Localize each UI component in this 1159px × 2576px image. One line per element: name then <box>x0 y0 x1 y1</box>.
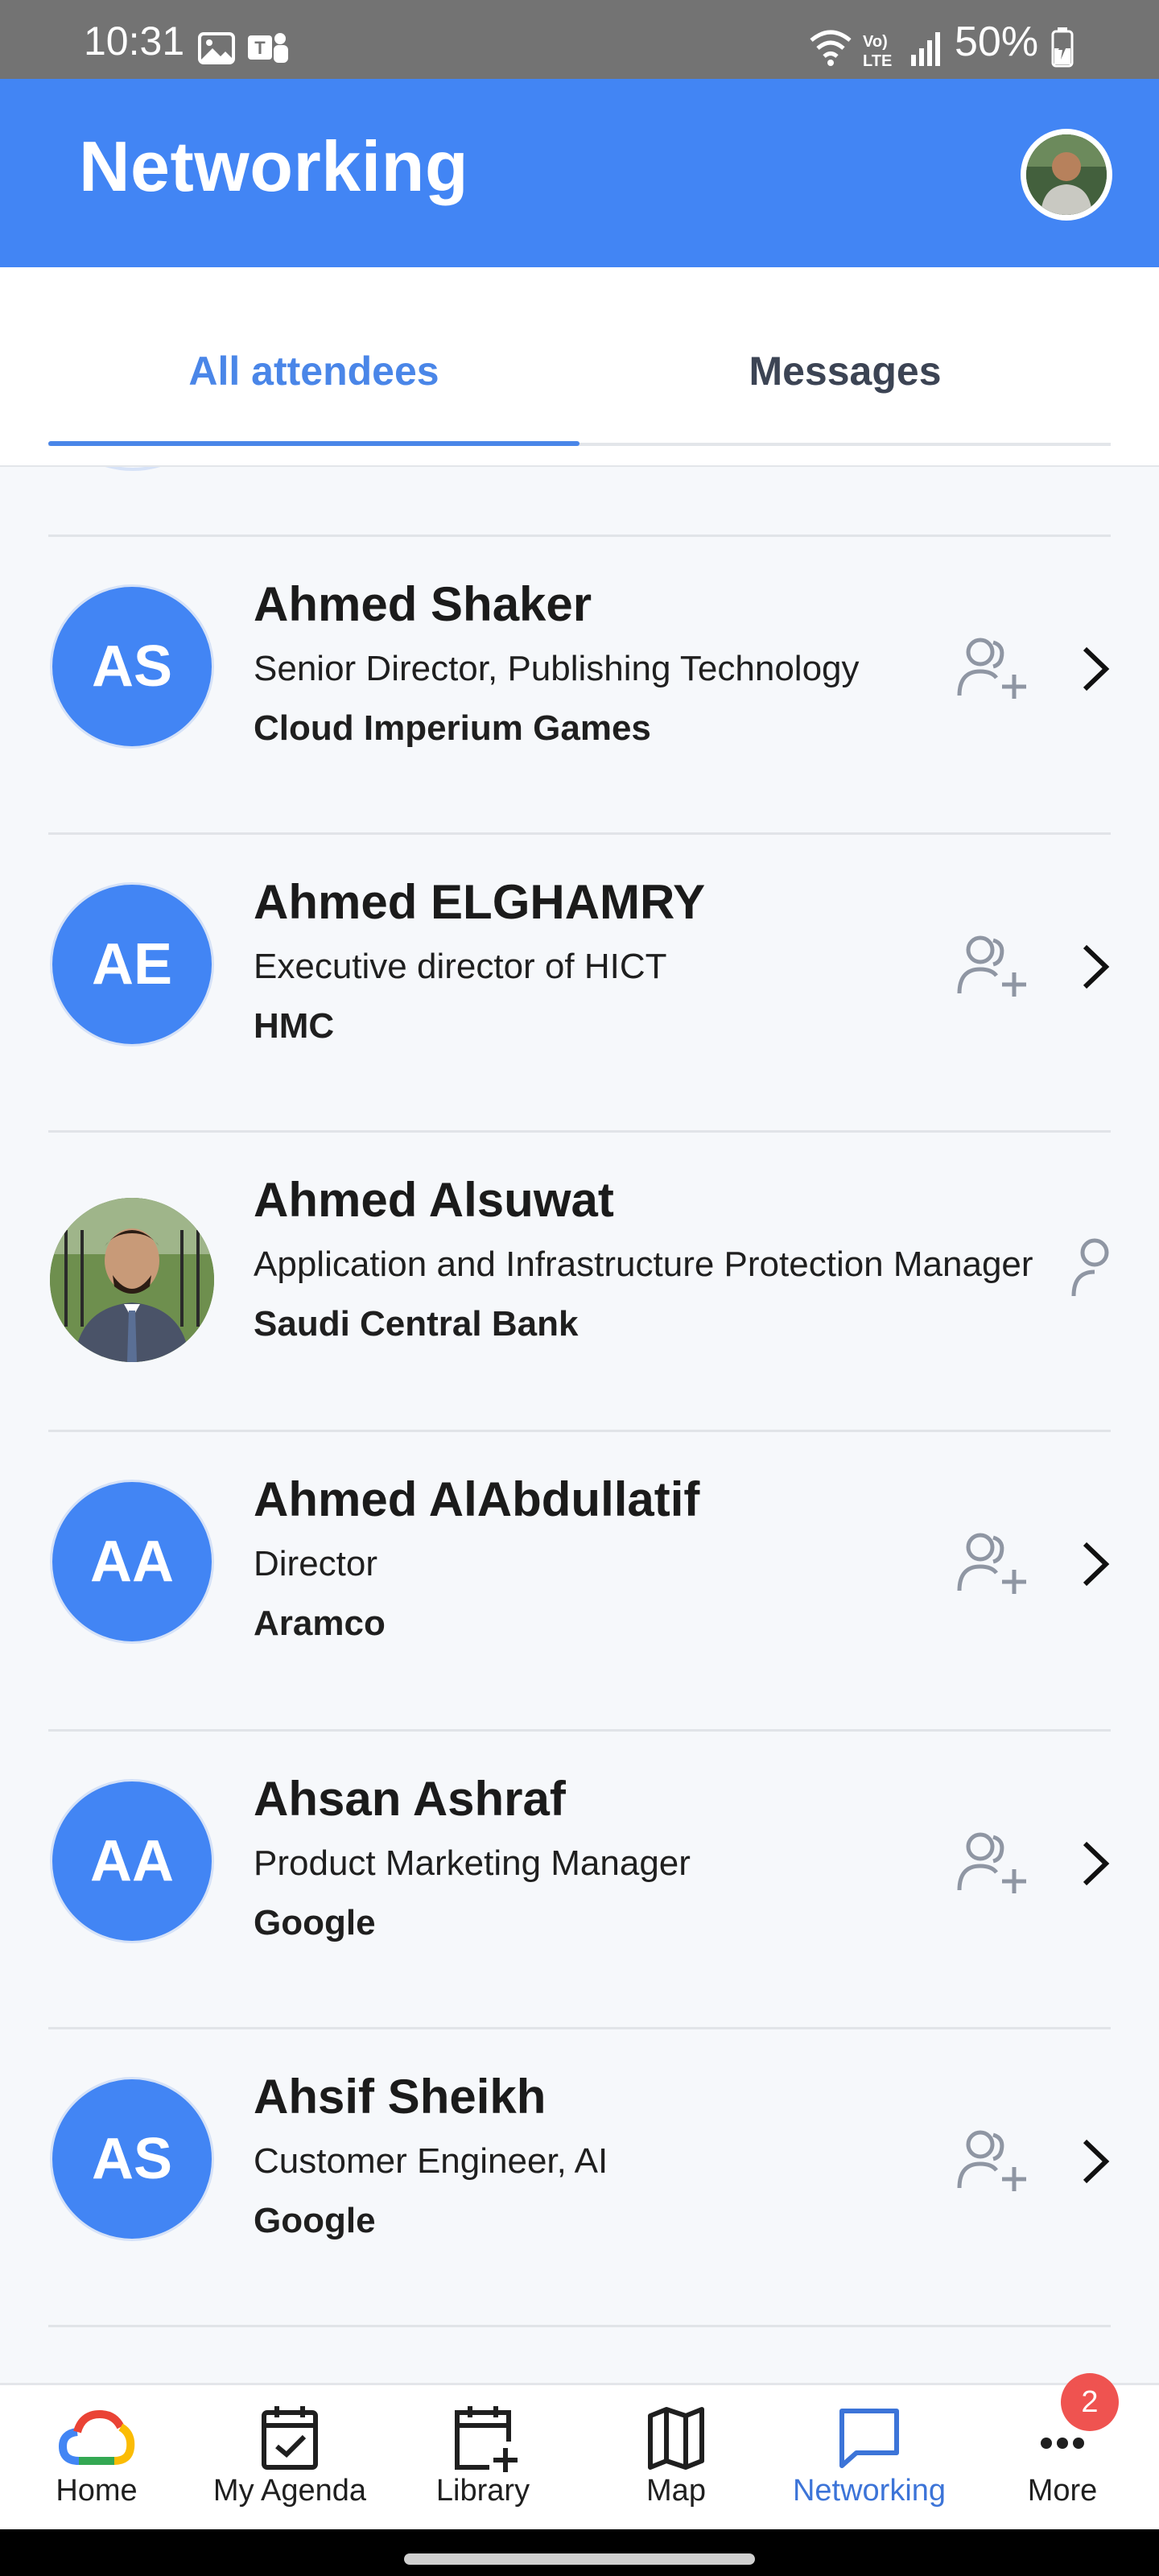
divider <box>48 2325 1111 2327</box>
list-item[interactable]: AA Ahmed AlAbdullatif Director Aramco <box>0 1431 1159 1729</box>
nav-map[interactable]: Map <box>580 2385 773 2532</box>
svg-text:Vo): Vo) <box>863 33 888 51</box>
list-item[interactable]: AS Ahmed Shaker Senior Director, Publish… <box>0 536 1159 834</box>
attendee-name: Ahmed Shaker <box>254 577 592 631</box>
chevron-right-icon[interactable] <box>1075 1839 1114 1889</box>
profile-avatar[interactable] <box>1021 129 1112 221</box>
calendar-add-icon <box>455 2406 518 2472</box>
tab-indicator <box>48 441 580 446</box>
attendee-title: Customer Engineer, AI <box>254 2141 608 2181</box>
tab-messages[interactable]: Messages <box>580 348 1111 394</box>
attendee-company: Saudi Central Bank <box>254 1304 579 1344</box>
system-nav-bar <box>0 2529 1159 2576</box>
status-bar: 10:31 T Vo) LTE 50% <box>0 0 1159 79</box>
attendee-company: HMC <box>254 1006 335 1046</box>
partial-avatar <box>105 467 161 471</box>
attendee-list[interactable]: AS Ahmed Shaker Senior Director, Publish… <box>0 467 1159 2383</box>
nav-more-label: More <box>1027 2474 1098 2508</box>
add-contact-icon[interactable] <box>956 1831 1030 1895</box>
nav-home[interactable]: Home <box>0 2385 193 2532</box>
volte-icon: Vo) LTE <box>863 33 892 69</box>
app-bar: Networking <box>0 79 1159 267</box>
avatar: AE <box>50 882 214 1046</box>
signal-icon <box>911 32 940 66</box>
calendar-check-icon <box>262 2406 318 2470</box>
nav-library[interactable]: Library <box>386 2385 580 2532</box>
list-item[interactable]: AA Ahsan Ashraf Product Marketing Manage… <box>0 1731 1159 2029</box>
attendee-company: Google <box>254 1903 376 1942</box>
attendee-company: Aramco <box>254 1604 386 1643</box>
nav-library-label: Library <box>435 2474 530 2508</box>
status-time: 10:31 <box>84 19 185 64</box>
attendee-title: Director <box>254 1544 378 1583</box>
wifi-icon <box>810 30 852 66</box>
google-cloud-icon <box>58 2409 135 2465</box>
tab-bar: All attendees Messages <box>0 267 1159 467</box>
add-contact-icon[interactable] <box>956 1531 1030 1596</box>
nav-my-agenda[interactable]: My Agenda <box>193 2385 386 2532</box>
chevron-right-icon[interactable] <box>1075 644 1114 694</box>
add-contact-icon[interactable] <box>956 2128 1030 2193</box>
nav-networking[interactable]: Networking <box>773 2385 966 2532</box>
notification-badge: 2 <box>1061 2373 1119 2431</box>
list-item[interactable]: AS Ahsif Sheikh Customer Engineer, AI Go… <box>0 2029 1159 2326</box>
attendee-title: Product Marketing Manager <box>254 1843 691 1883</box>
bottom-nav: Home My Agenda Library Map Networking Mo… <box>0 2383 1159 2529</box>
chevron-right-icon[interactable] <box>1075 2136 1114 2186</box>
nav-networking-label: Networking <box>792 2474 947 2508</box>
nav-my-agenda-label: My Agenda <box>212 2474 367 2508</box>
add-contact-icon[interactable] <box>956 636 1030 700</box>
list-item[interactable]: Ahmed Alsuwat Application and Infrastruc… <box>0 1132 1159 1430</box>
nav-map-label: Map <box>646 2474 706 2508</box>
svg-text:LTE: LTE <box>863 52 892 69</box>
home-indicator[interactable] <box>404 2553 755 2565</box>
user-photo-icon <box>1026 134 1107 215</box>
avatar: AA <box>50 1480 214 1644</box>
svg-text:T: T <box>254 38 266 58</box>
avatar: AS <box>50 2077 214 2241</box>
attendee-company: Cloud Imperium Games <box>254 708 651 748</box>
avatar <box>50 1198 214 1362</box>
tab-all-attendees[interactable]: All attendees <box>0 348 628 394</box>
nav-home-label: Home <box>56 2474 138 2508</box>
avatar: AA <box>50 1779 214 1943</box>
attendee-name: Ahsif Sheikh <box>254 2070 547 2124</box>
attendee-name: Ahmed ELGHAMRY <box>254 875 706 929</box>
map-icon <box>648 2407 704 2470</box>
avatar: AS <box>50 584 214 749</box>
attendee-title: Executive director of HICT <box>254 947 667 986</box>
attendee-name: Ahsan Ashraf <box>254 1772 566 1826</box>
teams-icon: T <box>248 33 288 63</box>
add-contact-icon[interactable] <box>956 934 1030 998</box>
attendee-photo-icon <box>50 1198 214 1362</box>
list-item[interactable]: AE Ahmed ELGHAMRY Executive director of … <box>0 834 1159 1132</box>
chat-icon <box>839 2409 899 2468</box>
chevron-right-icon[interactable] <box>1075 1539 1114 1589</box>
gallery-icon <box>198 32 235 64</box>
attendee-name: Ahmed AlAbdullatif <box>254 1472 700 1526</box>
battery-charging-icon <box>1051 27 1074 68</box>
attendee-title: Senior Director, Publishing Technology <box>254 649 860 688</box>
add-contact-icon[interactable] <box>1070 1236 1111 1301</box>
attendee-title: Application and Infrastructure Protectio… <box>254 1245 1033 1284</box>
battery-percent: 50% <box>955 19 1039 65</box>
attendee-company: Google <box>254 2201 376 2240</box>
page-title: Networking <box>79 126 469 206</box>
chevron-right-icon[interactable] <box>1075 942 1114 992</box>
attendee-name: Ahmed Alsuwat <box>254 1173 614 1227</box>
